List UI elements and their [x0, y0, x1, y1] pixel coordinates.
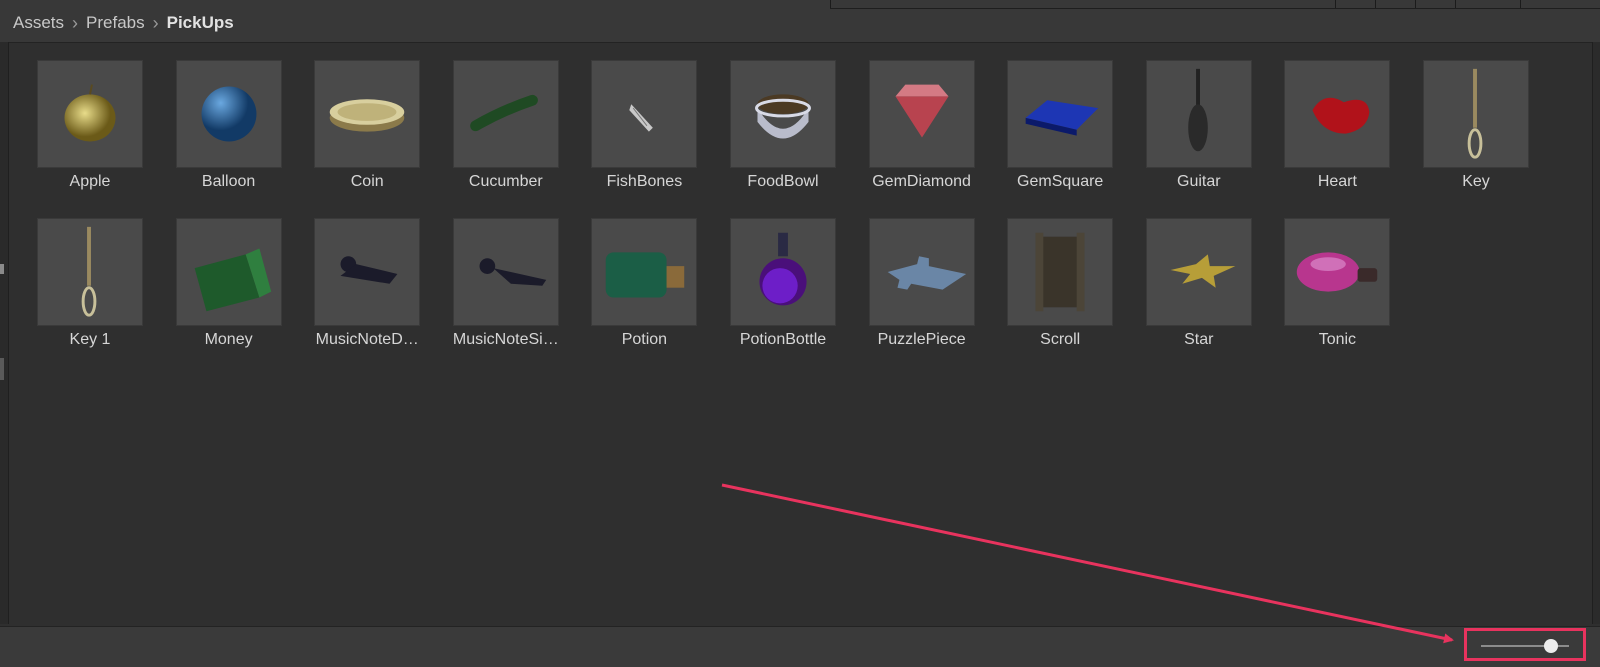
asset-tile[interactable]: PuzzlePiece: [867, 218, 977, 368]
cucumber-icon: [452, 60, 559, 168]
asset-tile[interactable]: MusicNoteD…: [312, 218, 422, 368]
scroll-icon: [1007, 218, 1114, 326]
asset-tile[interactable]: Heart: [1282, 60, 1392, 210]
asset-tile[interactable]: Potion: [589, 218, 699, 368]
fishbones-icon: [591, 60, 698, 168]
asset-tile[interactable]: Scroll: [1005, 218, 1115, 368]
left-panel-edge: [0, 42, 9, 624]
asset-label: Balloon: [201, 173, 256, 190]
asset-label: MusicNoteSi…: [452, 331, 559, 348]
top-toolbar-edge: [830, 0, 1600, 9]
asset-label: Potion: [621, 331, 668, 348]
asset-tile[interactable]: Money: [174, 218, 284, 368]
project-browser-window: Assets › Prefabs › PickUps Apple Balloon C…: [0, 0, 1600, 667]
asset-tile[interactable]: Guitar: [1144, 60, 1254, 210]
asset-tile[interactable]: GemSquare: [1005, 60, 1115, 210]
money-icon: [175, 218, 282, 326]
asset-label: Star: [1184, 331, 1214, 348]
breadcrumb: Assets › Prefabs › PickUps: [13, 12, 234, 34]
tonic-icon: [1284, 218, 1391, 326]
asset-label: Scroll: [1040, 331, 1081, 348]
zoom-slider-highlight: [1464, 628, 1586, 661]
asset-label: Key: [1462, 173, 1490, 190]
potion-icon: [591, 218, 698, 326]
asset-label: FoodBowl: [747, 173, 819, 190]
asset-label: MusicNoteD…: [315, 331, 419, 348]
breadcrumb-item-current[interactable]: PickUps: [167, 13, 234, 33]
asset-tile[interactable]: Key 1: [35, 218, 145, 368]
asset-label: Guitar: [1177, 173, 1221, 190]
guitar-icon: [1145, 60, 1252, 168]
asset-tile[interactable]: Tonic: [1282, 218, 1392, 368]
asset-grid: Apple Balloon Coin Cucumber FishBones FoodBow…: [35, 60, 1585, 380]
asset-label: Apple: [69, 173, 111, 190]
asset-label: Coin: [350, 173, 384, 190]
gemsquare-icon: [1007, 60, 1114, 168]
key-icon: [37, 218, 143, 326]
asset-tile[interactable]: MusicNoteSi…: [451, 218, 561, 368]
music-note-single-icon: [452, 218, 559, 326]
asset-tile[interactable]: Balloon: [174, 60, 284, 210]
asset-tile[interactable]: FoodBowl: [728, 60, 838, 210]
apple-icon: [37, 60, 143, 168]
asset-label: Key 1: [69, 331, 111, 348]
asset-tile[interactable]: Cucumber: [451, 60, 561, 210]
music-note-double-icon: [314, 218, 421, 326]
asset-tile[interactable]: Star: [1144, 218, 1254, 368]
puzzle-piece-icon: [868, 218, 975, 326]
foodbowl-icon: [730, 60, 836, 168]
star-icon: [1145, 218, 1252, 326]
asset-label: FishBones: [606, 173, 683, 190]
asset-label: Money: [204, 331, 253, 348]
chevron-right-icon: ›: [72, 12, 79, 33]
asset-label: GemDiamond: [872, 173, 971, 190]
right-panel-edge: [1592, 42, 1600, 624]
asset-tile[interactable]: Coin: [312, 60, 422, 210]
asset-label: Cucumber: [468, 173, 543, 190]
asset-label: Tonic: [1318, 331, 1357, 348]
breadcrumb-bar: Assets › Prefabs › PickUps: [0, 0, 1600, 43]
key-icon: [1423, 60, 1529, 168]
asset-tile[interactable]: FishBones: [589, 60, 699, 210]
potion-bottle-icon: [730, 218, 836, 326]
asset-tile[interactable]: Apple: [35, 60, 145, 210]
asset-tile[interactable]: PotionBottle: [728, 218, 838, 368]
asset-label: GemSquare: [1017, 173, 1104, 190]
gemdiamond-icon: [868, 60, 975, 168]
coin-icon: [314, 60, 421, 168]
asset-tile[interactable]: Key: [1421, 60, 1531, 210]
breadcrumb-item-assets[interactable]: Assets: [13, 13, 64, 33]
heart-icon: [1284, 60, 1391, 168]
asset-tile[interactable]: GemDiamond: [867, 60, 977, 210]
footer-bar: [0, 626, 1600, 667]
breadcrumb-item-prefabs[interactable]: Prefabs: [86, 13, 145, 33]
chevron-right-icon: ›: [152, 12, 159, 33]
zoom-slider-thumb[interactable]: [1544, 639, 1559, 653]
asset-label: PotionBottle: [739, 331, 827, 348]
asset-label: PuzzlePiece: [877, 331, 966, 348]
balloon-icon: [175, 60, 282, 168]
asset-label: Heart: [1317, 173, 1357, 190]
